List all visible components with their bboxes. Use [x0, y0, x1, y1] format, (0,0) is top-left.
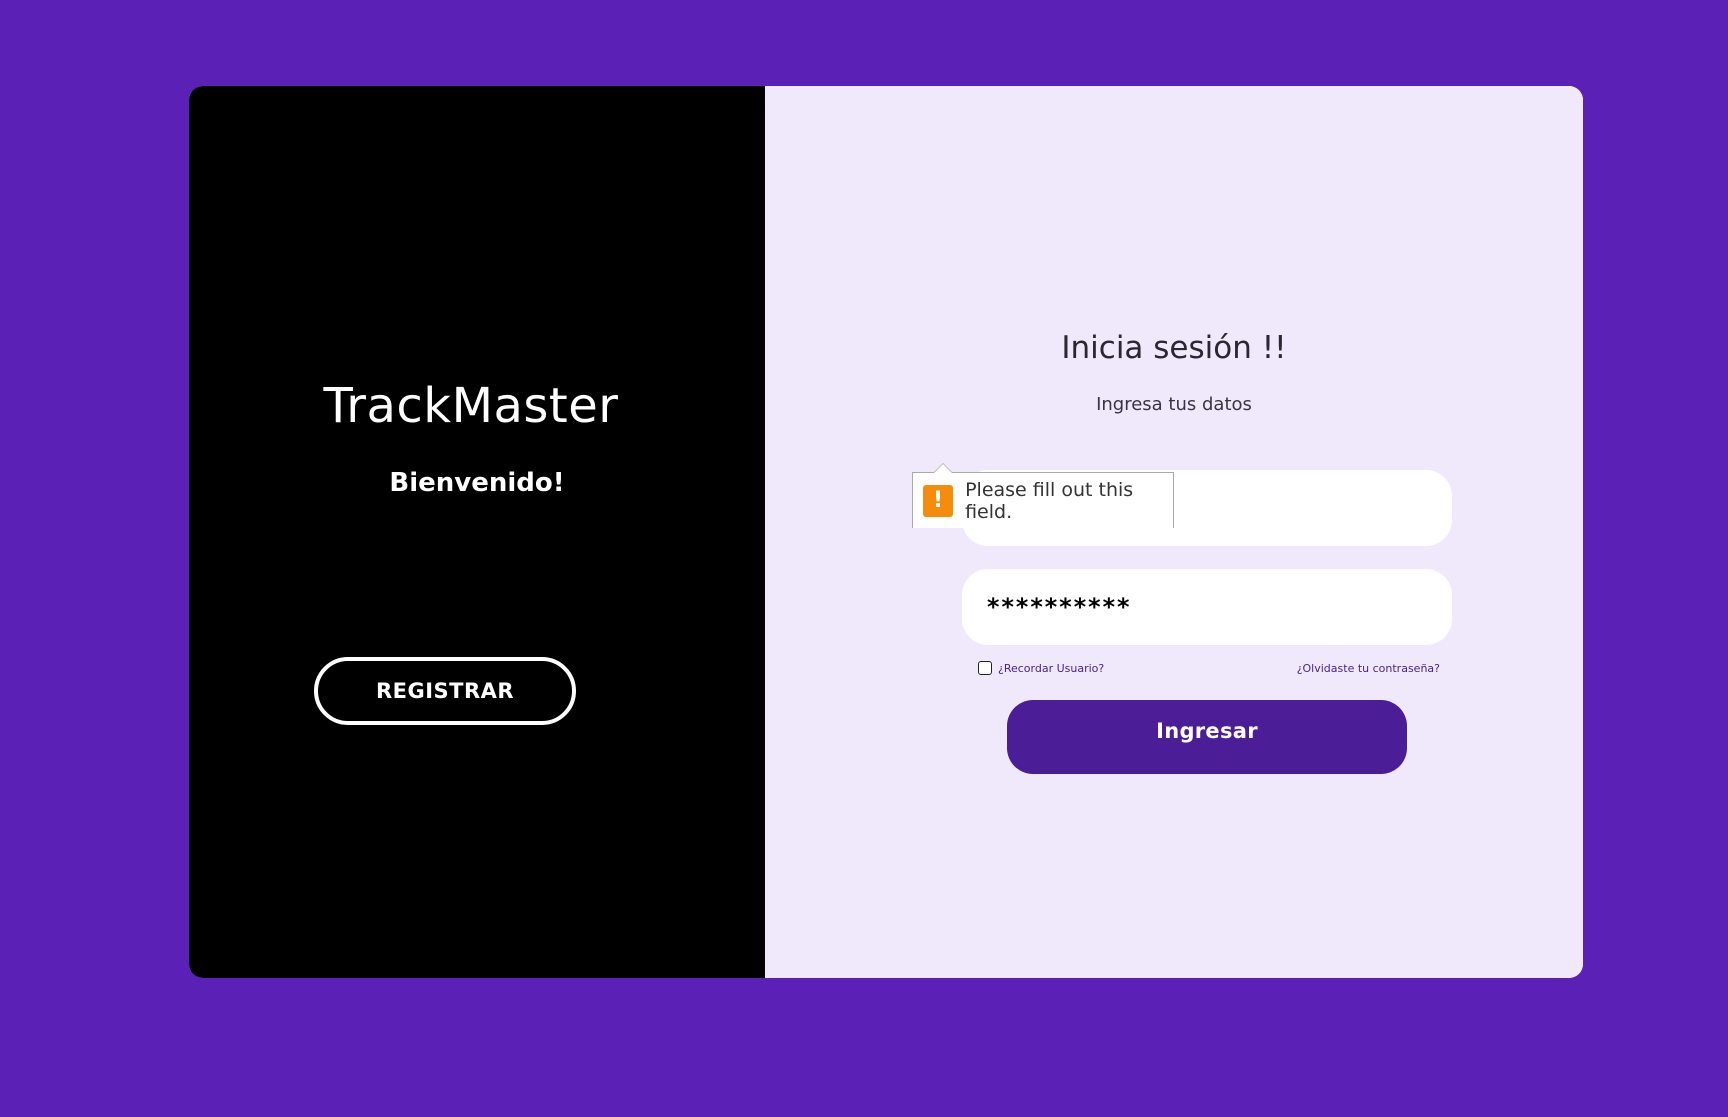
login-submit-button[interactable]: Ingresar [1007, 700, 1407, 774]
brand-title: TrackMaster [323, 378, 619, 434]
welcome-panel: TrackMaster Bienvenido! REGISTRAR [189, 86, 765, 978]
validation-tooltip: ! Please fill out this field. [912, 463, 1174, 528]
login-panel: Inicia sesión !! Ingresa tus datos ¿Reco… [765, 86, 1583, 978]
remember-checkbox[interactable] [978, 661, 992, 675]
validation-message: Please fill out this field. [965, 478, 1134, 523]
login-options-row: ¿Recordar Usuario? ¿Olvidaste tu contras… [978, 661, 1440, 675]
welcome-text: Bienvenido! [389, 468, 565, 498]
register-button[interactable]: REGISTRAR [314, 657, 576, 725]
forgot-password-link[interactable]: ¿Olvidaste tu contraseña? [1297, 662, 1440, 675]
remember-user[interactable]: ¿Recordar Usuario? [978, 661, 1104, 675]
login-subtitle: Ingresa tus datos [1096, 394, 1252, 415]
warning-icon: ! [923, 484, 954, 517]
password-input[interactable] [962, 569, 1452, 645]
remember-label[interactable]: ¿Recordar Usuario? [998, 662, 1104, 675]
tooltip-arrow [933, 463, 953, 473]
login-card: TrackMaster Bienvenido! REGISTRAR Inicia… [189, 86, 1583, 978]
login-title: Inicia sesión !! [1061, 330, 1287, 366]
